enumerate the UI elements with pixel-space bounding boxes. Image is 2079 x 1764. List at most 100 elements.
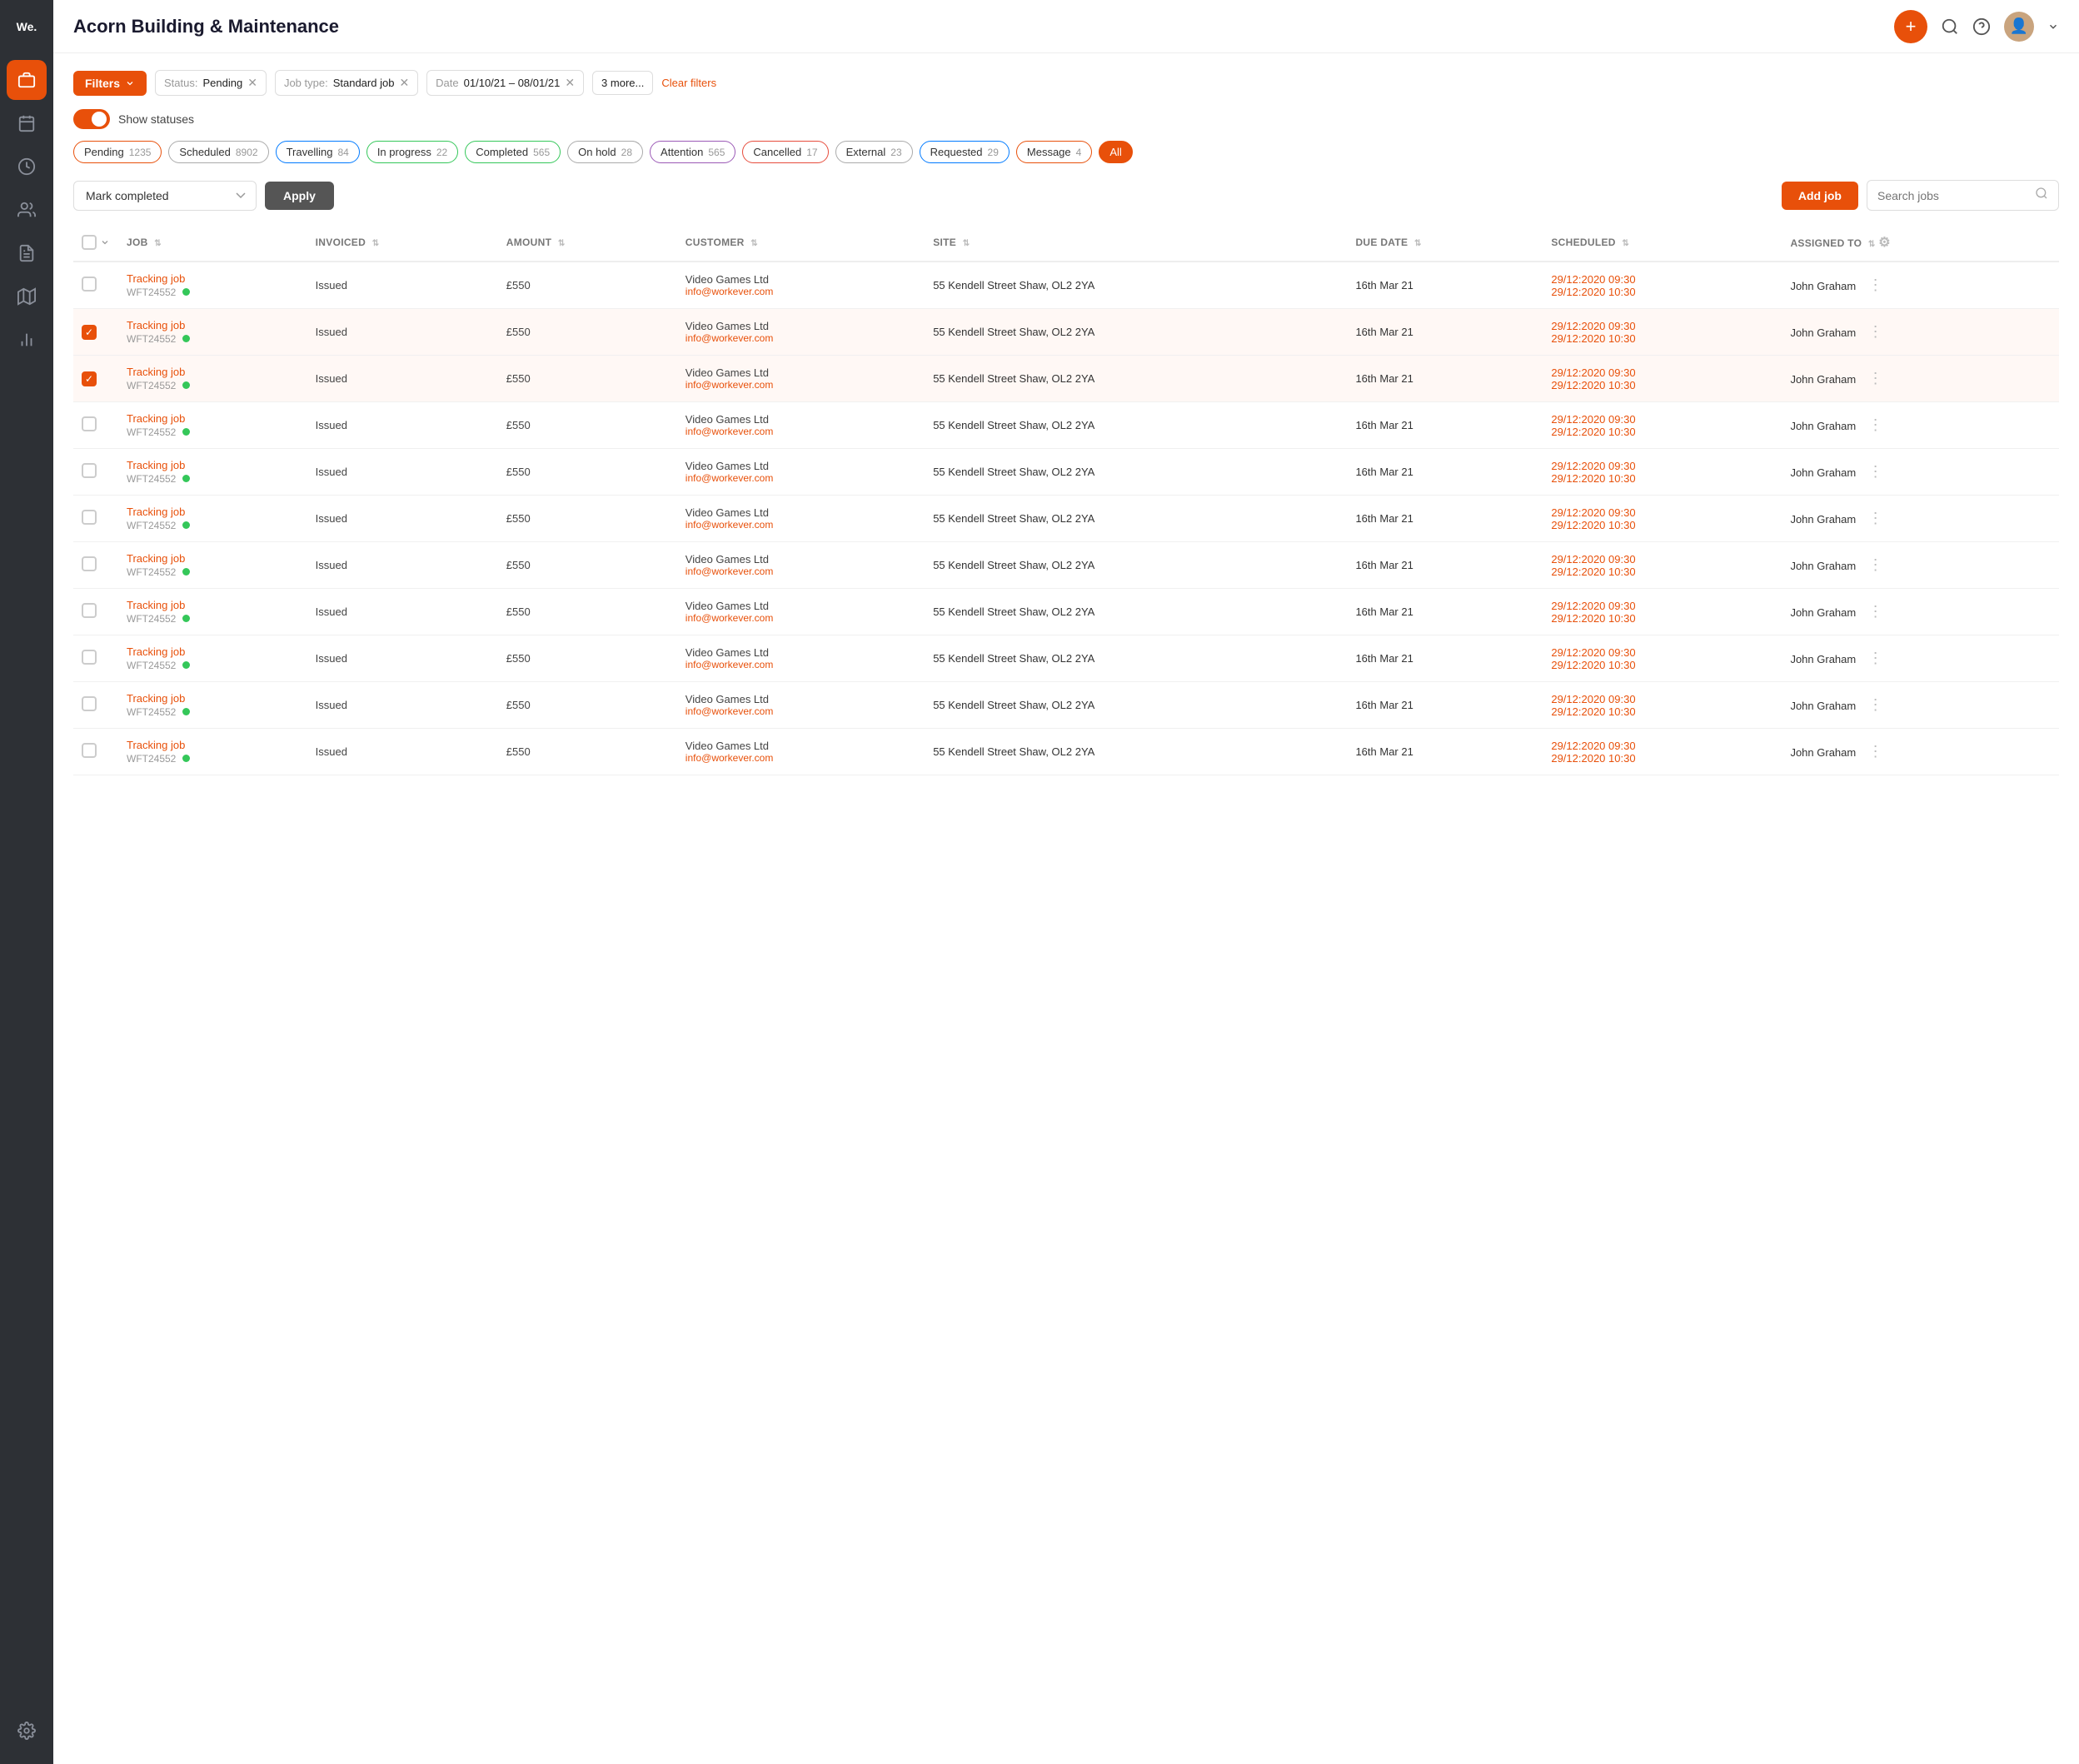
row-checkbox-cell[interactable]: [73, 542, 118, 589]
status-pill-in-progress[interactable]: In progress22: [366, 141, 458, 163]
table-row: Tracking job WFT24552 Issued £550 Video …: [73, 402, 2059, 449]
row-assigned-to: John Graham ⋮: [1782, 729, 2059, 775]
row-checkbox-cell[interactable]: [73, 402, 118, 449]
row-scheduled: 29/12:2020 09:30 29/12:2020 10:30: [1543, 635, 1782, 682]
row-more-menu[interactable]: ⋮: [1868, 510, 1883, 526]
row-checkbox-cell[interactable]: [73, 449, 118, 496]
row-checkbox-cell[interactable]: [73, 682, 118, 729]
row-invoiced: Issued: [307, 356, 498, 402]
status-pill-pending[interactable]: Pending1235: [73, 141, 162, 163]
row-scheduled: 29/12:2020 09:30 29/12:2020 10:30: [1543, 729, 1782, 775]
row-checkbox[interactable]: [82, 603, 97, 618]
job-link[interactable]: Tracking job: [127, 272, 299, 285]
column-settings-icon[interactable]: ⚙: [1878, 236, 1891, 250]
filter-chip-status[interactable]: Status: Pending ✕: [155, 70, 267, 96]
job-ref: WFT24552: [127, 426, 299, 438]
row-more-menu[interactable]: ⋮: [1868, 650, 1883, 666]
row-checkbox[interactable]: [82, 416, 97, 431]
filter-chip-job-type[interactable]: Job type: Standard job ✕: [275, 70, 418, 96]
sidebar-item-contacts[interactable]: [7, 190, 47, 230]
row-checkbox[interactable]: [82, 463, 97, 478]
row-more-menu[interactable]: ⋮: [1868, 603, 1883, 620]
job-link[interactable]: Tracking job: [127, 645, 299, 658]
job-link[interactable]: Tracking job: [127, 552, 299, 565]
search-input[interactable]: [1877, 189, 2028, 202]
status-pill-completed[interactable]: Completed565: [465, 141, 561, 163]
row-more-menu[interactable]: ⋮: [1868, 743, 1883, 760]
status-pill-scheduled[interactable]: Scheduled8902: [168, 141, 268, 163]
th-assigned-to: ASSIGNED TO ⇅ ⚙: [1782, 224, 2059, 262]
filter-chip-date[interactable]: Date 01/10/21 – 08/01/21 ✕: [426, 70, 584, 96]
job-link[interactable]: Tracking job: [127, 319, 299, 331]
row-assigned-to: John Graham ⋮: [1782, 542, 2059, 589]
row-amount: £550: [498, 309, 677, 356]
row-checkbox[interactable]: [82, 650, 97, 665]
row-more-menu[interactable]: ⋮: [1868, 277, 1883, 293]
status-pill-on-hold[interactable]: On hold28: [567, 141, 643, 163]
row-checkbox[interactable]: [82, 556, 97, 571]
job-link[interactable]: Tracking job: [127, 366, 299, 378]
apply-button[interactable]: Apply: [265, 182, 334, 210]
row-checkbox-cell[interactable]: ✓: [73, 309, 118, 356]
status-pill-travelling[interactable]: Travelling84: [276, 141, 360, 163]
sidebar-item-calendar[interactable]: [7, 103, 47, 143]
row-more-menu[interactable]: ⋮: [1868, 416, 1883, 433]
row-amount: £550: [498, 496, 677, 542]
job-ref: WFT24552: [127, 287, 299, 298]
row-amount: £550: [498, 589, 677, 635]
action-select[interactable]: Mark completed: [73, 181, 257, 211]
select-all-checkbox[interactable]: [82, 235, 97, 250]
job-link[interactable]: Tracking job: [127, 692, 299, 705]
row-checkbox[interactable]: [82, 510, 97, 525]
job-link[interactable]: Tracking job: [127, 599, 299, 611]
clear-filters-button[interactable]: Clear filters: [661, 77, 716, 89]
search-button[interactable]: [1941, 17, 1959, 36]
row-more-menu[interactable]: ⋮: [1868, 370, 1883, 386]
row-checkbox[interactable]: [82, 743, 97, 758]
row-checkbox[interactable]: ✓: [82, 325, 97, 340]
add-button[interactable]: +: [1894, 10, 1927, 43]
status-pill-attention[interactable]: Attention565: [650, 141, 735, 163]
row-more-menu[interactable]: ⋮: [1868, 463, 1883, 480]
row-checkbox-cell[interactable]: ✓: [73, 356, 118, 402]
help-button[interactable]: [1972, 17, 1991, 36]
row-more-menu[interactable]: ⋮: [1868, 696, 1883, 713]
status-pill-message[interactable]: Message4: [1016, 141, 1092, 163]
row-checkbox-cell[interactable]: [73, 496, 118, 542]
add-job-button[interactable]: Add job: [1782, 182, 1858, 210]
status-pill-cancelled[interactable]: Cancelled17: [742, 141, 828, 163]
row-checkbox-cell[interactable]: [73, 635, 118, 682]
sidebar-item-settings[interactable]: [7, 1711, 47, 1751]
sidebar-item-reports[interactable]: [7, 320, 47, 360]
user-dropdown-button[interactable]: [2047, 21, 2059, 32]
row-scheduled: 29/12:2020 09:30 29/12:2020 10:30: [1543, 682, 1782, 729]
job-link[interactable]: Tracking job: [127, 506, 299, 518]
row-checkbox-cell[interactable]: [73, 589, 118, 635]
sidebar-item-invoices[interactable]: [7, 233, 47, 273]
row-job: Tracking job WFT24552: [118, 309, 307, 356]
status-pill-all[interactable]: All: [1099, 141, 1132, 163]
row-scheduled: 29/12:2020 09:30 29/12:2020 10:30: [1543, 589, 1782, 635]
show-statuses-toggle[interactable]: [73, 109, 110, 129]
sidebar-item-history[interactable]: [7, 147, 47, 187]
job-ref: WFT24552: [127, 660, 299, 671]
status-pill-external[interactable]: External23: [835, 141, 913, 163]
job-link[interactable]: Tracking job: [127, 739, 299, 751]
sidebar-item-jobs[interactable]: [7, 60, 47, 100]
avatar[interactable]: 👤: [2004, 12, 2034, 42]
row-checkbox[interactable]: [82, 277, 97, 292]
row-more-menu[interactable]: ⋮: [1868, 556, 1883, 573]
row-checkbox[interactable]: [82, 696, 97, 711]
job-link[interactable]: Tracking job: [127, 412, 299, 425]
sidebar-item-map[interactable]: [7, 277, 47, 316]
row-checkbox-cell[interactable]: [73, 262, 118, 309]
row-checkbox-cell[interactable]: [73, 729, 118, 775]
job-link[interactable]: Tracking job: [127, 459, 299, 471]
filter-chip-more[interactable]: 3 more...: [592, 71, 653, 95]
row-checkbox[interactable]: ✓: [82, 371, 97, 386]
filters-button[interactable]: Filters: [73, 71, 147, 96]
row-scheduled: 29/12:2020 09:30 29/12:2020 10:30: [1543, 402, 1782, 449]
row-site: 55 Kendell Street Shaw, OL2 2YA: [925, 449, 1347, 496]
status-pill-requested[interactable]: Requested29: [920, 141, 1010, 163]
row-more-menu[interactable]: ⋮: [1868, 323, 1883, 340]
